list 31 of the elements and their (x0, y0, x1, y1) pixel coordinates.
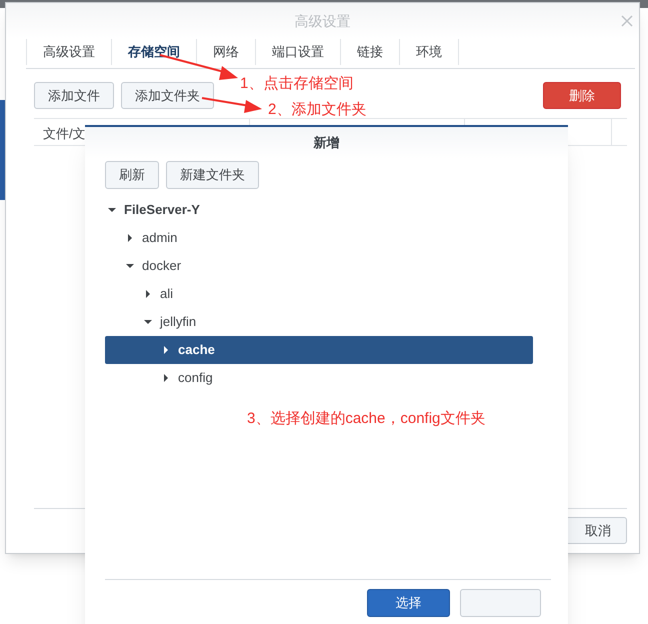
toolbar-button[interactable]: 新建文件夹 (166, 161, 259, 189)
toolbar-button[interactable]: 添加文件 (34, 82, 114, 109)
tab[interactable]: 环境 (400, 39, 459, 65)
caret-down-icon[interactable] (108, 206, 116, 214)
dialog-title: 新增 (314, 134, 340, 152)
tab[interactable]: 端口设置 (256, 39, 341, 65)
tree-item[interactable]: ali (105, 280, 533, 308)
tree-item[interactable]: cache (105, 336, 533, 364)
caret-right-icon[interactable] (162, 374, 170, 382)
annotation-text: 1、点击存储空间 (240, 74, 354, 94)
tree-item[interactable]: admin (105, 224, 533, 252)
window-title: 高级设置 (294, 12, 350, 30)
arrow (202, 97, 262, 113)
tree-item[interactable]: FileServer-Y (105, 196, 533, 224)
tab[interactable]: 高级设置 (26, 39, 112, 65)
tab[interactable]: 链接 (341, 39, 400, 65)
delete-button[interactable]: 删除 (543, 82, 621, 109)
tree-item[interactable]: docker (105, 252, 533, 280)
tree-item[interactable]: config (105, 364, 533, 392)
caret-down-icon[interactable] (126, 262, 134, 270)
annotation-text: 2、添加文件夹 (268, 100, 366, 120)
caret-right-icon[interactable] (126, 234, 134, 242)
toolbar-button[interactable]: 添加文件夹 (121, 82, 214, 109)
toolbar-button[interactable]: 刷新 (105, 161, 159, 189)
caret-right-icon[interactable] (162, 346, 170, 354)
tree-item[interactable]: jellyfin (105, 308, 533, 336)
caret-down-icon[interactable] (144, 318, 152, 326)
tab[interactable]: 网络 (197, 39, 256, 65)
select-button[interactable]: 选择 (367, 589, 450, 617)
annotation-text: 3、选择创建的cache，config文件夹 (247, 409, 486, 429)
caret-right-icon[interactable] (144, 290, 152, 298)
